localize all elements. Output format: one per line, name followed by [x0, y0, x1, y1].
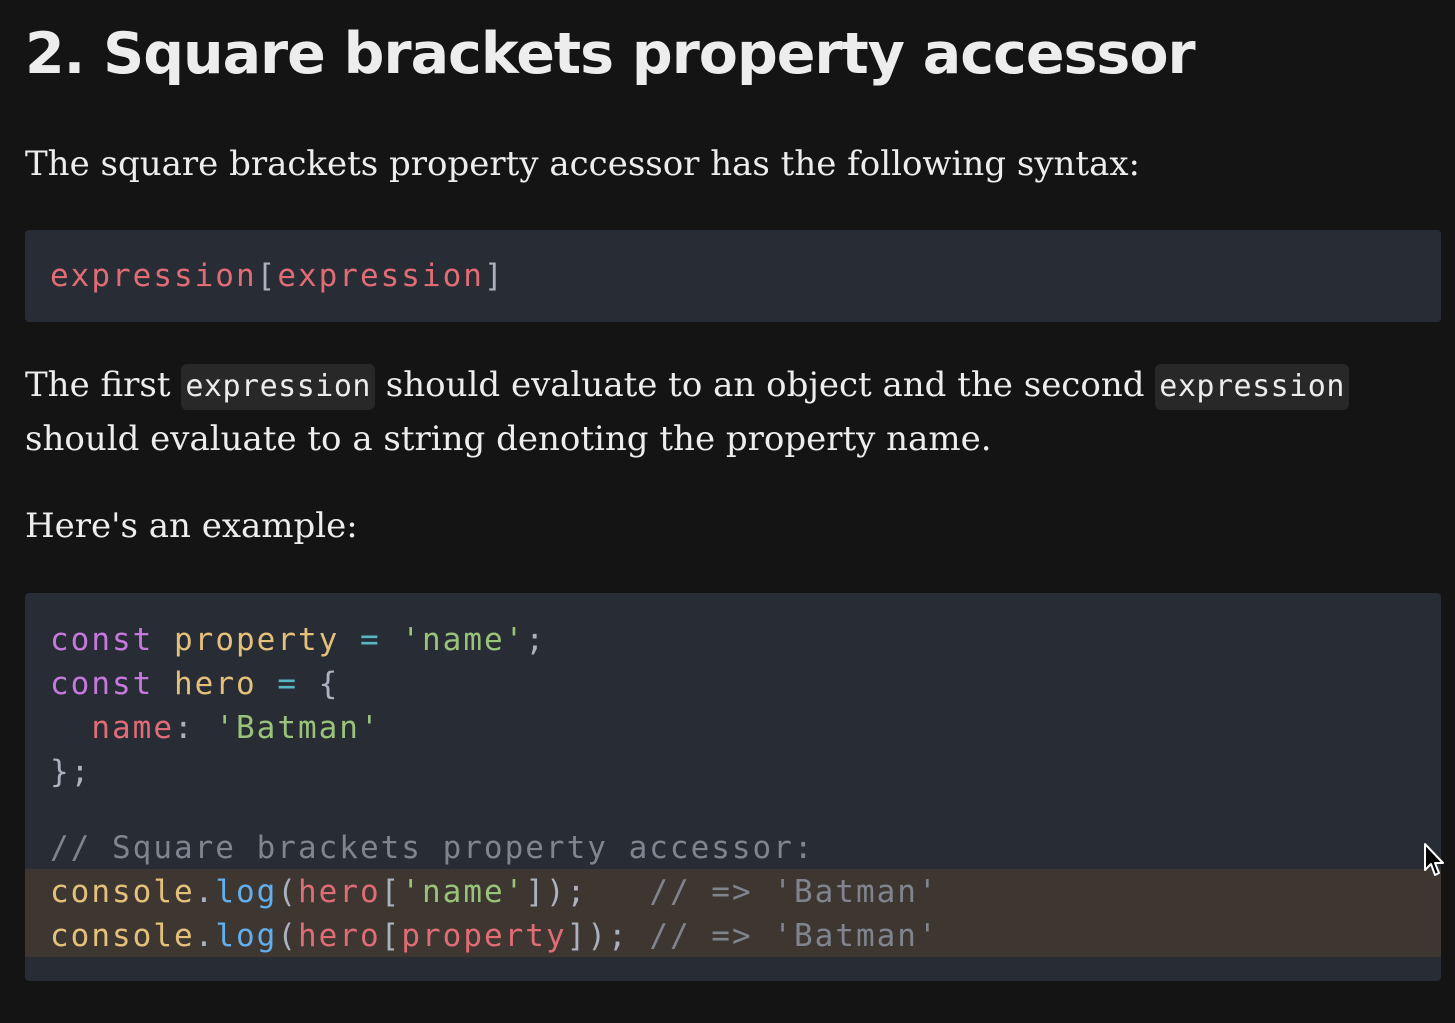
token: [ — [380, 874, 402, 910]
inline-code: expression — [181, 364, 375, 410]
token: . — [194, 918, 216, 954]
token: ] — [525, 874, 546, 910]
token: [ — [256, 258, 278, 294]
token: . — [194, 874, 216, 910]
code-line: name: 'Batman' — [50, 706, 381, 750]
code-line: const property = 'name'; — [50, 618, 546, 662]
text: should evaluate to a string denoting the… — [25, 419, 992, 459]
token: expression — [50, 258, 257, 294]
inline-code: expression — [1155, 364, 1349, 410]
token: : — [173, 710, 195, 746]
token: name — [91, 710, 174, 746]
token: const — [50, 622, 154, 658]
code-line: console.log(hero['name']); // => 'Batman… — [50, 870, 939, 914]
token: log — [215, 874, 278, 910]
token: }; — [50, 754, 92, 790]
token: { — [318, 666, 340, 702]
token: expression — [277, 258, 484, 294]
example-code-block: const property = 'name'; const hero = { … — [25, 593, 1441, 981]
code-line: }; — [50, 750, 91, 794]
token: console — [50, 918, 195, 954]
token: hero — [174, 666, 257, 702]
token: console — [50, 874, 195, 910]
token: log — [215, 918, 278, 954]
mouse-pointer-icon — [1424, 843, 1444, 876]
section-heading: 2. Square brackets property accessor — [25, 21, 1196, 87]
syntax-code-block: expression[expression] — [25, 230, 1441, 322]
token: ] — [566, 918, 588, 954]
example-intro: Here's an example: — [25, 506, 358, 546]
token: [ — [380, 918, 402, 954]
syntax-line: expression[expression] — [50, 254, 505, 298]
code-line: console.log(hero[property]); // => 'Batm… — [50, 914, 939, 958]
token: 'name' — [401, 874, 526, 910]
text: The first — [25, 365, 182, 405]
token: // Square brackets property accessor: — [50, 830, 815, 866]
token: ] — [483, 258, 505, 294]
token: ( — [277, 874, 298, 910]
text: should evaluate to an object and the sec… — [374, 365, 1156, 405]
token: = — [359, 622, 381, 658]
token: = — [277, 666, 298, 702]
token: 'name' — [401, 622, 526, 658]
token: property — [174, 622, 340, 658]
token: hero — [298, 918, 381, 954]
token: ); — [545, 874, 588, 910]
code-line: const hero = { — [50, 662, 339, 706]
token: // => 'Batman' — [649, 874, 939, 910]
token: property — [401, 918, 567, 954]
code-comment: // Square brackets property accessor: — [50, 826, 815, 870]
explanation-paragraph: The first expression should evaluate to … — [25, 359, 1349, 465]
token: ; — [525, 622, 546, 658]
token: ( — [277, 918, 298, 954]
token: 'Batman' — [215, 710, 381, 746]
intro-paragraph: The square brackets property accessor ha… — [25, 144, 1140, 184]
token: const — [50, 666, 154, 702]
token: // => 'Batman' — [649, 918, 939, 954]
token: hero — [298, 874, 381, 910]
token: ); — [587, 918, 629, 954]
